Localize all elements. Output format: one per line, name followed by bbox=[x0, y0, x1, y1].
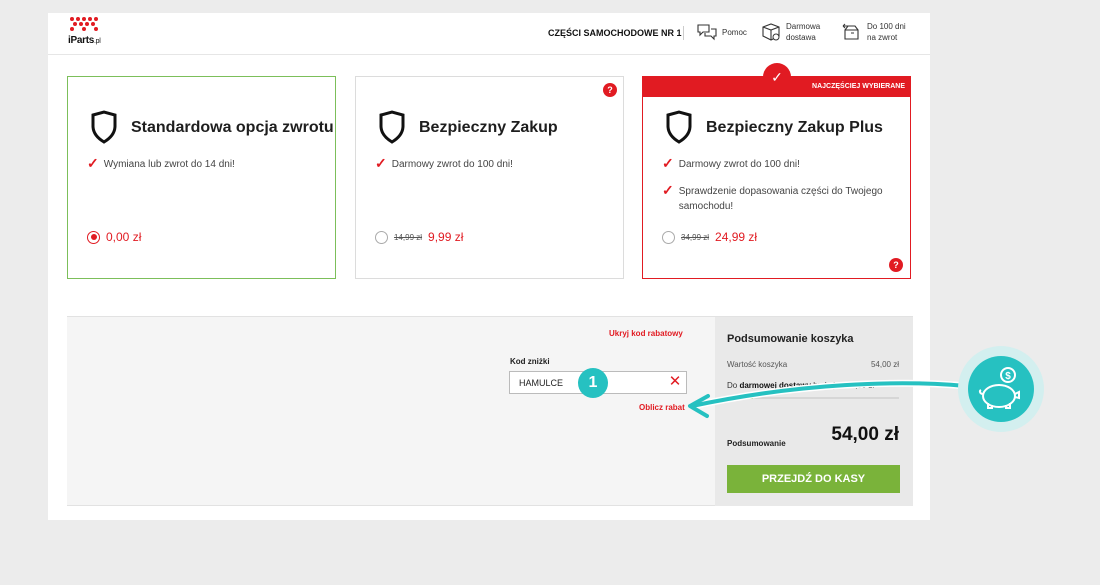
option-feature: ✓ Sprawdzenie dopasowania części do Twoje… bbox=[662, 182, 883, 212]
cart-bottom-section: Ukryj kod rabatowy Kod zniżki ✕ Oblicz r… bbox=[67, 316, 913, 506]
piggy-bank-badge: $ bbox=[968, 356, 1034, 422]
calculate-discount-link[interactable]: Oblicz rabat bbox=[639, 403, 685, 412]
option-title: Standardowa opcja zwrotu bbox=[131, 119, 334, 136]
help-label: Pomoc bbox=[722, 27, 747, 37]
total-value: 54,00 zł bbox=[831, 424, 899, 445]
package-icon bbox=[762, 23, 780, 41]
checkmark-icon: ✓ bbox=[662, 182, 674, 198]
header-divider bbox=[683, 26, 684, 40]
summary-title: Podsumowanie koszyka bbox=[727, 333, 854, 345]
logo-dots bbox=[70, 17, 98, 33]
shield-icon bbox=[379, 110, 405, 144]
progress-fill bbox=[727, 397, 753, 399]
header: iParts.pl CZĘŚCI SAMOCHODOWE NR 1 Pomoc … bbox=[48, 13, 930, 55]
option-card-safe-purchase[interactable]: ? Bezpieczny Zakup ✓ Darmowy zwrot do 100… bbox=[355, 76, 624, 279]
free-delivery-progress bbox=[727, 397, 899, 399]
old-price: 14,99 zł bbox=[394, 232, 423, 242]
option-price[interactable]: 34,99 zł 24,99 zł bbox=[662, 230, 757, 244]
check-badge-icon: ✓ bbox=[763, 63, 791, 91]
return-box-icon bbox=[842, 23, 859, 40]
free-shipping-label: Darmowa dostawa bbox=[786, 22, 821, 42]
shield-icon bbox=[666, 110, 692, 144]
price-value: 9,99 zł bbox=[428, 230, 464, 244]
svg-text:$: $ bbox=[1005, 371, 1011, 382]
option-feature: ✓ Darmowy zwrot do 100 dni! bbox=[662, 155, 800, 171]
free-shipping-info[interactable]: Darmowa dostawa bbox=[760, 21, 820, 43]
page: iParts.pl CZĘŚCI SAMOCHODOWE NR 1 Pomoc … bbox=[48, 13, 930, 520]
step-number-badge: 1 bbox=[578, 368, 608, 398]
option-title: Bezpieczny Zakup bbox=[419, 119, 558, 136]
total-label: Podsumowanie bbox=[727, 439, 786, 448]
old-price: 34,99 zł bbox=[681, 232, 710, 242]
option-feature: ✓ Darmowy zwrot do 100 dni! bbox=[375, 155, 513, 171]
hide-discount-link[interactable]: Ukryj kod rabatowy bbox=[609, 329, 683, 338]
shield-icon bbox=[91, 110, 117, 144]
help-link[interactable]: Pomoc bbox=[696, 21, 747, 43]
cart-value-row: Wartość koszyka 54,00 zł bbox=[727, 360, 899, 369]
cart-value: 54,00 zł bbox=[870, 360, 899, 369]
cart-summary: Podsumowanie koszyka Wartość koszyka 54,… bbox=[715, 317, 913, 506]
price-value: 24,99 zł bbox=[715, 230, 758, 244]
option-title: Bezpieczny Zakup Plus bbox=[706, 119, 883, 136]
help-question-icon[interactable]: ? bbox=[889, 258, 903, 272]
radio-unselected[interactable] bbox=[375, 230, 388, 244]
radio-unselected[interactable] bbox=[662, 230, 675, 244]
option-card-standard[interactable]: Standardowa opcja zwrotu ✓ Wymiana lub zw… bbox=[67, 76, 336, 279]
checkmark-icon: ✓ bbox=[375, 155, 387, 171]
radio-selected[interactable] bbox=[87, 230, 100, 244]
option-price[interactable]: 14,99 zł 9,99 zł bbox=[375, 230, 463, 244]
checkmark-icon: ✓ bbox=[87, 155, 99, 171]
discount-code-label: Kod zniżki bbox=[510, 357, 550, 366]
option-feature: ✓ Wymiana lub zwrot do 14 dni! bbox=[87, 155, 235, 171]
logo[interactable]: iParts.pl bbox=[68, 17, 101, 49]
checkout-button[interactable]: PRZEJDŹ DO KASY bbox=[727, 465, 900, 493]
piggy-bank-icon: $ bbox=[978, 367, 1020, 409]
return-info[interactable]: Do 100 dni na zwrot bbox=[841, 21, 906, 43]
cart-value-label: Wartość koszyka bbox=[727, 360, 788, 369]
header-tagline: CZĘŚCI SAMOCHODOWE NR 1 bbox=[548, 28, 682, 38]
option-card-safe-purchase-plus[interactable]: NAJCZĘŚCIEJ WYBIERANE ✓ Bezpieczny Zakup… bbox=[642, 63, 911, 279]
free-delivery-note: Do darmowej dostawy brakuje 305,00 zł bbox=[727, 381, 875, 390]
help-question-icon[interactable]: ? bbox=[603, 83, 617, 97]
checkmark-icon: ✓ bbox=[662, 155, 674, 171]
option-price[interactable]: 0,00 zł bbox=[87, 230, 141, 244]
return-label: Do 100 dni na zwrot bbox=[867, 22, 906, 42]
chat-bubbles-icon bbox=[697, 24, 717, 41]
logo-wordmark: iParts.pl bbox=[68, 35, 101, 46]
price-value: 0,00 zł bbox=[106, 230, 142, 244]
clear-input-icon[interactable]: ✕ bbox=[667, 373, 683, 391]
